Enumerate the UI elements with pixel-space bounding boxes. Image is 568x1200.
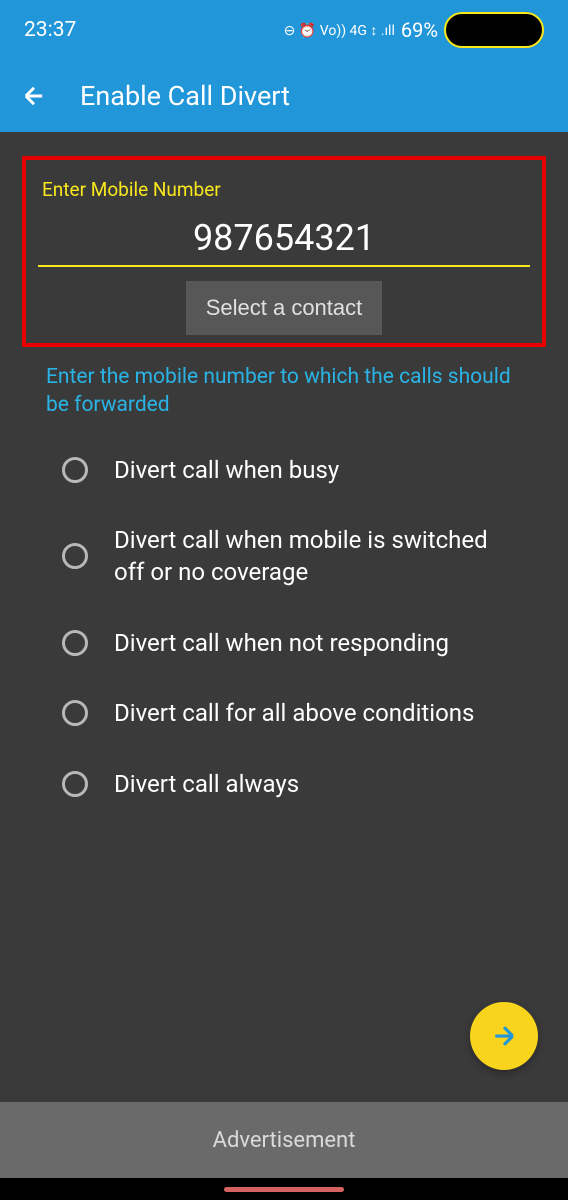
battery-pill-icon: [444, 12, 544, 48]
status-bar: 23:37 ⊖ ⏰ Vo)) 4G ↕ .ıll 69%: [0, 0, 568, 60]
option-label: Divert call always: [114, 768, 299, 800]
status-time: 23:37: [24, 18, 76, 42]
status-icons: ⊖ ⏰ Vo)) 4G ↕ .ıll: [284, 22, 395, 39]
back-arrow-icon[interactable]: [20, 82, 48, 110]
radio-icon: [62, 630, 88, 656]
input-underline: [38, 265, 530, 267]
app-bar: Enable Call Divert: [0, 60, 568, 132]
arrow-right-icon: [489, 1021, 519, 1051]
option-label: Divert call when busy: [114, 454, 339, 486]
option-label: Divert call when mobile is switched off …: [114, 524, 514, 589]
nav-handle-icon[interactable]: [224, 1187, 344, 1192]
input-label: Enter Mobile Number: [34, 178, 534, 201]
option-divert-all-above[interactable]: Divert call for all above conditions: [62, 697, 514, 729]
system-nav-bar: [0, 1178, 568, 1200]
select-contact-button[interactable]: Select a contact: [186, 281, 383, 335]
radio-icon: [62, 700, 88, 726]
helper-text: Enter the mobile number to which the cal…: [0, 355, 568, 420]
radio-icon: [62, 543, 88, 569]
radio-icon: [62, 771, 88, 797]
page-title: Enable Call Divert: [80, 80, 290, 112]
status-right: ⊖ ⏰ Vo)) 4G ↕ .ıll 69%: [284, 12, 544, 48]
option-divert-always[interactable]: Divert call always: [62, 768, 514, 800]
battery-percentage: 69%: [401, 18, 438, 42]
option-divert-off-nocoverage[interactable]: Divert call when mobile is switched off …: [62, 524, 514, 589]
proceed-fab-button[interactable]: [470, 1002, 538, 1070]
divert-options-list: Divert call when busy Divert call when m…: [0, 420, 568, 800]
advertisement-banner[interactable]: Advertisement: [0, 1102, 568, 1178]
mobile-number-input[interactable]: 987654321: [34, 209, 534, 265]
option-divert-not-responding[interactable]: Divert call when not responding: [62, 627, 514, 659]
number-input-section: Enter Mobile Number 987654321 Select a c…: [22, 156, 546, 347]
option-divert-busy[interactable]: Divert call when busy: [62, 454, 514, 486]
radio-icon: [62, 457, 88, 483]
option-label: Divert call when not responding: [114, 627, 449, 659]
option-label: Divert call for all above conditions: [114, 697, 474, 729]
ad-label: Advertisement: [213, 1128, 356, 1153]
